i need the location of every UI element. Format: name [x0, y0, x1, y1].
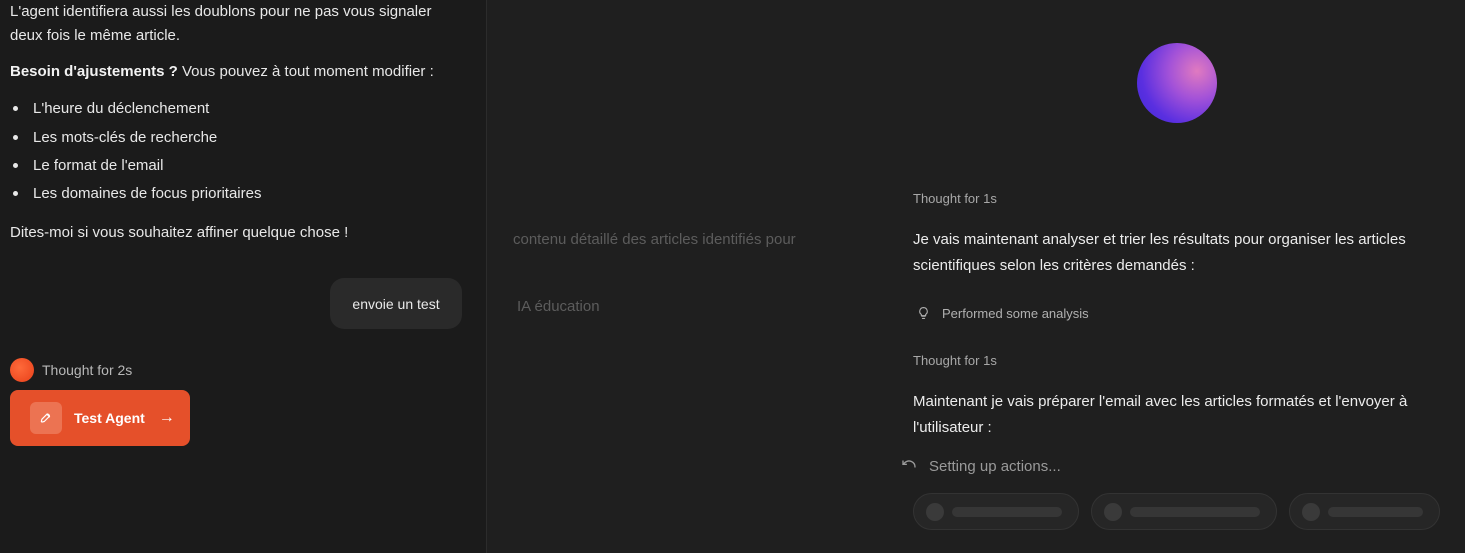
message-text: L'agent identifiera aussi les doublons p…	[10, 0, 431, 48]
adjust-bold: Besoin d'ajustements ?	[10, 63, 178, 80]
agent-avatar-icon	[10, 358, 34, 382]
assistant-message: Je vais maintenant analyser et trier les…	[913, 231, 1406, 274]
list-item: Le format de l'email	[10, 157, 163, 174]
thought-label[interactable]: Thought for 1s	[913, 191, 997, 206]
faded-text: contenu détaillé des articles identifiés…	[513, 231, 796, 248]
arrow-right-icon: →	[158, 409, 175, 426]
lightbulb-icon	[919, 307, 928, 319]
test-agent-button[interactable]: Test Agent →	[10, 390, 190, 446]
agent-activity-panel: contenu détaillé des articles identifiés…	[487, 0, 1465, 553]
para-1b: deux fois le même article.	[10, 27, 181, 44]
list-item: Les mots-clés de recherche	[10, 129, 217, 146]
faded-text: IA éducation	[517, 298, 600, 315]
user-message-text: envoie un test	[352, 295, 440, 312]
thought-indicator[interactable]: Thought for 2s	[10, 358, 132, 382]
user-message-bubble: envoie un test	[330, 278, 462, 329]
rocket-icon	[30, 402, 62, 434]
thought-label[interactable]: Thought for 1s	[913, 353, 997, 368]
assistant-message: Maintenant je vais préparer l'email avec…	[913, 393, 1408, 436]
analysis-step[interactable]: Performed some analysis	[917, 305, 1089, 321]
analysis-label: Performed some analysis	[942, 305, 1089, 321]
action-placeholder	[1289, 493, 1440, 530]
action-placeholder	[1091, 493, 1277, 530]
list-item: L'heure du déclenchement	[10, 100, 209, 117]
adjust-rest: Vous pouvez à tout moment modifier :	[177, 63, 434, 80]
para-1: L'agent identifiera aussi les doublons p…	[10, 3, 432, 20]
chat-panel: L'agent identifiera aussi les doublons p…	[0, 0, 487, 553]
setting-up-label: Setting up actions...	[929, 458, 1061, 475]
thought-label: Thought for 2s	[42, 362, 133, 378]
orb-avatar	[1137, 43, 1217, 123]
spinner-icon	[902, 459, 916, 468]
closing-text: Dites-moi si vous souhaitez affiner quel…	[10, 224, 349, 241]
list-item: Les domaines de focus prioritaires	[10, 185, 261, 202]
action-placeholder	[913, 493, 1079, 530]
setting-up-status: Setting up actions...	[901, 458, 1061, 475]
adjust-text: Besoin d'ajustements ? Vous pouvez à tou…	[10, 60, 434, 84]
test-agent-label: Test Agent	[74, 410, 145, 426]
